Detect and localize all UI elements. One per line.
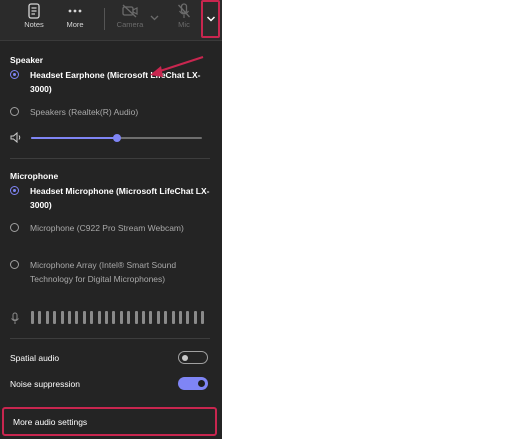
section-divider <box>10 338 210 339</box>
mic-level-bar <box>45 311 49 324</box>
section-divider <box>10 158 210 159</box>
radio-selected[interactable] <box>10 70 19 79</box>
mic-level-bar <box>68 311 71 324</box>
mic-option-label: Microphone Array (Intel® Smart Sound Tec… <box>30 260 177 284</box>
mic-level-bar <box>60 311 64 324</box>
notes-label: Notes <box>24 20 44 29</box>
mic-level-bar <box>156 311 160 324</box>
toggle-knob <box>182 354 188 361</box>
speaker-option-label: Speakers (Realtek(R) Audio) <box>30 107 139 117</box>
mic-level-bar <box>90 311 94 324</box>
mic-level-bar <box>82 311 86 324</box>
mic-level-bar <box>201 311 205 324</box>
meeting-toolbar: Notes More Camera Mic <box>0 0 222 41</box>
notes-button[interactable]: Notes <box>16 3 52 37</box>
camera-off-icon <box>122 4 138 18</box>
spatial-audio-row: Spatial audio <box>10 351 210 365</box>
noise-suppression-label: Noise suppression <box>10 379 80 389</box>
camera-button[interactable]: Camera <box>112 3 148 37</box>
speaker-volume-icon <box>10 132 21 143</box>
mic-level-bar <box>171 311 175 324</box>
noise-suppression-row: Noise suppression <box>10 377 210 391</box>
microphone-section-title: Microphone <box>10 171 59 181</box>
chevron-down-icon <box>206 16 216 22</box>
mic-level-bar <box>31 311 34 324</box>
mic-label: Mic <box>178 20 190 29</box>
radio-unselected[interactable] <box>10 107 19 116</box>
more-audio-settings-label: More audio settings <box>13 417 88 427</box>
audio-settings-panel: Notes More Camera Mic Speaker Headset Ea… <box>0 0 222 439</box>
spatial-audio-toggle[interactable] <box>178 351 208 364</box>
mic-level-meter <box>31 311 207 324</box>
mic-level-bar <box>134 311 138 324</box>
mic-level-bar <box>38 311 42 324</box>
mic-off-icon <box>178 3 190 18</box>
mic-level-icon <box>11 312 19 324</box>
radio-unselected[interactable] <box>10 260 19 269</box>
more-dots-icon <box>68 9 82 13</box>
radio-selected[interactable] <box>10 186 19 195</box>
mic-level-bar <box>179 311 182 324</box>
mic-option-label: Microphone (C922 Pro Stream Webcam) <box>30 223 184 233</box>
toggle-knob <box>198 380 205 387</box>
volume-slider-fill <box>31 137 117 139</box>
mic-level-bar <box>127 311 131 324</box>
device-settings-dropdown-button[interactable] <box>201 0 220 38</box>
mic-option-label: Headset Microphone (Microsoft LifeChat L… <box>30 186 210 210</box>
mic-level-bar <box>164 311 168 324</box>
more-audio-settings-button[interactable]: More audio settings <box>2 407 217 436</box>
noise-suppression-toggle[interactable] <box>178 377 208 390</box>
notes-icon <box>28 3 40 19</box>
volume-slider-thumb[interactable] <box>112 134 121 142</box>
speaker-volume-slider[interactable] <box>31 134 202 142</box>
more-label: More <box>66 20 84 29</box>
mic-level-bar <box>119 311 123 324</box>
mic-level-bar <box>105 311 108 324</box>
mic-level-bar <box>75 311 79 324</box>
mic-level-bar <box>53 311 57 324</box>
mic-level-bar <box>149 311 153 324</box>
mic-level-bar <box>112 311 116 324</box>
mic-button[interactable]: Mic <box>166 3 202 37</box>
more-button[interactable]: More <box>57 3 93 37</box>
toolbar-divider <box>104 8 105 30</box>
spatial-audio-label: Spatial audio <box>10 353 60 363</box>
camera-options-chevron-icon[interactable] <box>150 14 159 21</box>
camera-label: Camera <box>116 20 144 29</box>
mic-level-bar <box>142 311 145 324</box>
mic-level-bar <box>193 311 197 324</box>
speaker-section-title: Speaker <box>10 55 44 65</box>
mic-level-bar <box>97 311 101 324</box>
radio-unselected[interactable] <box>10 223 19 232</box>
mic-level-bar <box>186 311 190 324</box>
speaker-option-label: Headset Earphone (Microsoft LifeChat LX-… <box>30 70 201 94</box>
